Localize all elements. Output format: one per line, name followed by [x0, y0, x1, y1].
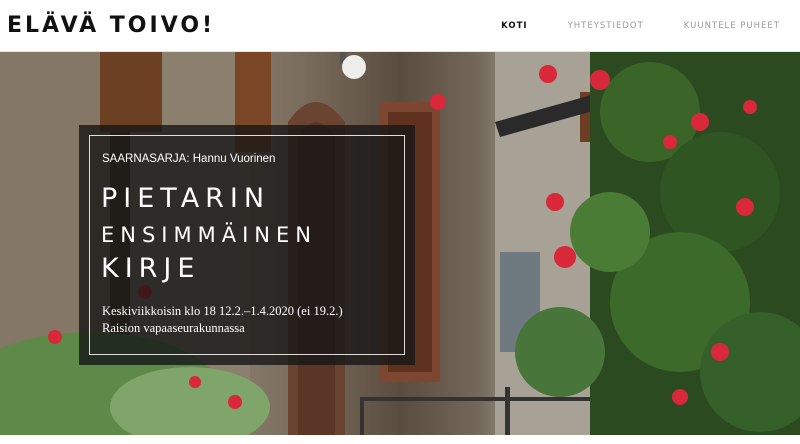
nav-item-koti[interactable]: KOTI	[481, 0, 547, 52]
hero-description: Keskiviikkoisin klo 18 12.2.–1.4.2020 (e…	[102, 304, 343, 335]
hero-title-line-1: PIETARIN	[101, 183, 271, 214]
nav-item-kuuntele-puheet[interactable]: KUUNTELE PUHEET	[664, 0, 800, 52]
site-logo[interactable]: ELÄVÄ TOIVO!	[7, 13, 215, 38]
nav-item-yhteystiedot[interactable]: YHTEYSTIEDOT	[548, 0, 664, 52]
page-bottom-strip	[0, 435, 800, 444]
sermon-series-label: SAARNASARJA: Hannu Vuorinen	[102, 153, 276, 165]
hero-title-line-2: ENSIMMÄINEN	[101, 223, 317, 247]
main-nav: KOTI YHTEYSTIEDOT KUUNTELE PUHEET	[481, 0, 800, 52]
hero-banner: SAARNASARJA: Hannu Vuorinen PIETARIN ENS…	[0, 52, 800, 435]
hero-info-box: SAARNASARJA: Hannu Vuorinen PIETARIN ENS…	[79, 125, 415, 365]
hero-title-line-3: KIRJE	[101, 253, 201, 284]
site-header: ELÄVÄ TOIVO! KOTI YHTEYSTIEDOT KUUNTELE …	[0, 0, 800, 52]
